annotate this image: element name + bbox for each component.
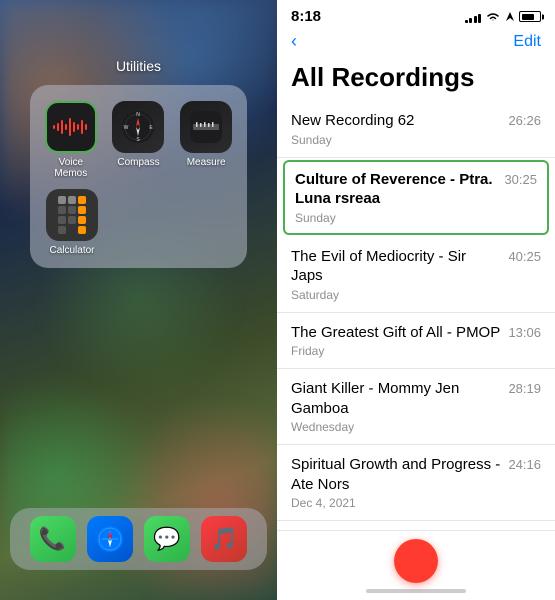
compass-icon-bg: N S W E	[112, 101, 164, 153]
dock-safari[interactable]	[87, 516, 133, 562]
dock-messages[interactable]: 💬	[144, 516, 190, 562]
recording-item[interactable]: The Evil of Mediocrity - Sir Japs Saturd…	[277, 237, 555, 313]
calc-btn	[78, 206, 86, 214]
back-chevron-icon: ‹	[291, 31, 297, 52]
recording-info: Culture of Reverence - Ptra. Luna rsreaa…	[295, 170, 496, 225]
status-bar: 8:18	[277, 0, 555, 29]
calc-btn	[58, 216, 66, 224]
recording-date: Saturday	[291, 288, 500, 302]
signal-bar-1	[465, 20, 468, 23]
recording-date: Sunday	[295, 211, 496, 225]
calc-btn	[58, 206, 66, 214]
app-voice-memos[interactable]: Voice Memos	[42, 101, 100, 179]
safari-svg	[96, 525, 124, 553]
voice-memos-icon	[45, 101, 97, 153]
recording-duration: 24:16	[508, 457, 541, 472]
signal-bar-2	[469, 18, 472, 23]
recording-duration: 30:25	[504, 172, 537, 187]
recording-item[interactable]: Spiritual Growth and Progress - Ate Nors…	[277, 445, 555, 521]
home-screen: Utilities Vo	[0, 0, 277, 600]
dock-phone[interactable]: 📞	[30, 516, 76, 562]
calculator-grid	[58, 196, 86, 234]
page-title-area: All Recordings	[277, 58, 555, 101]
calc-btn	[78, 226, 86, 234]
recording-title: Giant Killer - Mommy Jen Gamboa	[291, 379, 500, 418]
status-time: 8:18	[291, 8, 321, 25]
waveform-svg	[53, 117, 89, 137]
record-button-area	[277, 530, 555, 600]
recording-duration: 13:06	[508, 325, 541, 340]
calc-btn	[78, 196, 86, 204]
recording-info: The Evil of Mediocrity - Sir Japs Saturd…	[291, 247, 500, 302]
calc-btn	[68, 196, 76, 204]
recording-info: Giant Killer - Mommy Jen Gamboa Wednesda…	[291, 379, 500, 434]
recording-title: Culture of Reverence - Ptra. Luna rsreaa	[295, 170, 496, 209]
calc-btn	[68, 216, 76, 224]
recording-duration: 26:26	[508, 113, 541, 128]
back-button[interactable]: ‹	[291, 31, 297, 52]
app-compass[interactable]: N S W E Compass	[110, 101, 168, 179]
status-icons	[465, 11, 542, 23]
compass-svg: N S W E	[121, 110, 155, 144]
wifi-icon	[485, 11, 501, 23]
folder-apps-grid: Voice Memos N S W E Compass	[42, 101, 235, 179]
svg-text:N: N	[137, 112, 141, 118]
recording-date: Dec 4, 2021	[291, 496, 500, 510]
recording-item[interactable]: How to Complete our Twelve? - Daddy Bar.…	[277, 521, 555, 530]
battery-fill	[522, 14, 535, 20]
measure-icon-bg	[180, 101, 232, 153]
voice-memos-label: Voice Memos	[42, 157, 100, 179]
recording-duration: 40:25	[508, 249, 541, 264]
calc-btn	[68, 206, 76, 214]
app-measure[interactable]: Measure	[177, 101, 235, 179]
location-icon	[505, 11, 515, 23]
recording-item[interactable]: New Recording 62 Sunday 26:26	[277, 101, 555, 158]
signal-bar-3	[474, 16, 477, 23]
measure-svg	[189, 110, 223, 144]
folder-title: Utilities	[0, 58, 277, 74]
utilities-folder[interactable]: Voice Memos N S W E Compass	[30, 85, 247, 268]
calculator-label: Calculator	[49, 245, 94, 256]
calc-btn	[58, 226, 66, 234]
recording-date: Wednesday	[291, 420, 500, 434]
signal-bars	[465, 11, 482, 23]
recording-title: New Recording 62	[291, 111, 500, 131]
recording-item[interactable]: Giant Killer - Mommy Jen Gamboa Wednesda…	[277, 369, 555, 445]
calc-btn	[58, 196, 66, 204]
recording-info: The Greatest Gift of All - PMOP Friday	[291, 323, 500, 359]
recording-item[interactable]: The Greatest Gift of All - PMOP Friday 1…	[277, 313, 555, 370]
recording-duration: 28:19	[508, 381, 541, 396]
nav-bar: ‹ Edit	[277, 29, 555, 58]
signal-bar-4	[478, 14, 481, 23]
recording-title: The Greatest Gift of All - PMOP	[291, 323, 500, 343]
recording-info: New Recording 62 Sunday	[291, 111, 500, 147]
voice-memos-panel: 8:18	[277, 0, 555, 600]
svg-text:W: W	[124, 125, 129, 131]
page-title: All Recordings	[291, 62, 541, 93]
record-button[interactable]	[394, 539, 438, 583]
calculator-icon-bg	[46, 189, 98, 241]
dock: 📞 💬 🎵	[10, 508, 267, 570]
compass-label: Compass	[117, 157, 159, 168]
home-indicator	[366, 589, 466, 593]
app-calculator[interactable]: Calculator	[46, 189, 98, 256]
recording-title: The Evil of Mediocrity - Sir Japs	[291, 247, 500, 286]
recording-info: Spiritual Growth and Progress - Ate Nors…	[291, 455, 500, 510]
measure-label: Measure	[187, 157, 226, 168]
dock-music[interactable]: 🎵	[201, 516, 247, 562]
folder-second-row: Calculator	[42, 189, 235, 256]
calc-btn	[78, 216, 86, 224]
recording-date: Sunday	[291, 133, 500, 147]
battery-icon	[519, 11, 541, 22]
recordings-list[interactable]: New Recording 62 Sunday 26:26 Culture of…	[277, 101, 555, 530]
recording-date: Friday	[291, 344, 500, 358]
edit-button[interactable]: Edit	[513, 33, 541, 51]
recording-item[interactable]: Culture of Reverence - Ptra. Luna rsreaa…	[283, 160, 549, 235]
recording-title: Spiritual Growth and Progress - Ate Nors	[291, 455, 500, 494]
